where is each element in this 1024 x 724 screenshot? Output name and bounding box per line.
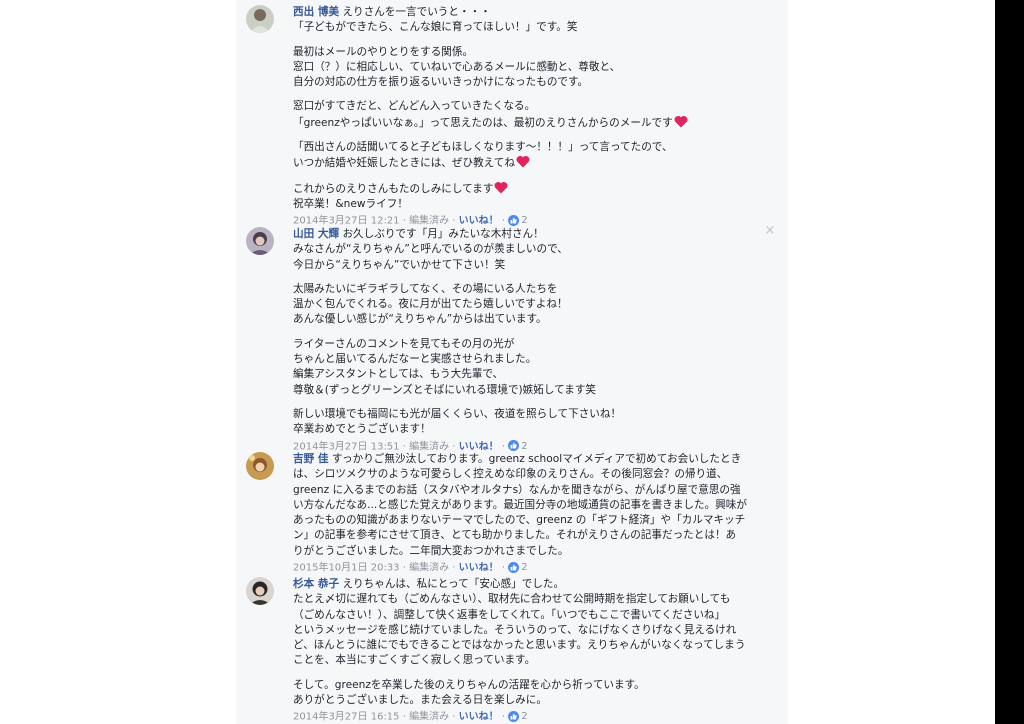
timestamp[interactable]: 2014年3月27日 16:15 [293, 712, 400, 723]
separator: · [501, 215, 506, 227]
like-icon[interactable] [508, 214, 520, 226]
comment-line: ありがとうございました。また会える日を楽しみに。 [293, 694, 547, 707]
heart-icon [516, 156, 530, 168]
separator: · [452, 441, 456, 453]
edited-label[interactable]: 編集済み [409, 216, 449, 227]
author-name[interactable]: 西出 博美 [293, 6, 339, 18]
comment-line: 編集アシスタントとしては、もう大先輩で、 [293, 368, 504, 381]
avatar[interactable] [246, 577, 274, 605]
comment-line: greenz に入るまでのお話（スタバやオルタナs）なんかを聞きながら、がんばり… [293, 483, 741, 496]
like-icon[interactable] [508, 561, 520, 573]
comment-feed: 西出 博美 えりさんを一言でいうと・・・ 「子どもができたら、こんな娘に育ってほ… [236, 0, 788, 724]
comment-line: （ごめんなさい！）、調整して快く返事をしてくれて。「いつでもここで書いてください… [293, 608, 726, 621]
separator: · [402, 441, 406, 453]
author-name[interactable]: 杉本 恭子 [293, 578, 339, 590]
like-button[interactable]: いいね！ [459, 563, 499, 574]
heart-icon [674, 115, 688, 128]
comment-body: 西出 博美 えりさんを一言でいうと・・・ 「子どもができたら、こんな娘に育ってほ… [293, 5, 781, 229]
comment-body: 杉本 恭子 えりちゃんは、私にとって「安心感」でした。 たとえ〆切に遅れても（ご… [293, 577, 781, 724]
like-button[interactable]: いいね！ [459, 216, 499, 227]
comment-meta: 2015年10月1日 20:33 · 編集済み · いいね！ · 2 [293, 560, 781, 576]
timestamp[interactable]: 2014年3月27日 13:51 [293, 441, 400, 452]
separator: · [501, 711, 506, 723]
comment-line: ン」の記事を参考にさせて頂き、とても助かりました。それがえりさんの記事だったとは… [293, 529, 737, 542]
timestamp[interactable]: 2014年3月27日 12:21 [293, 216, 400, 227]
like-button[interactable]: いいね！ [459, 712, 499, 723]
comment-line: ど、ほんとうに誰にでもできることではなかったと思います。えりちゃんがいなくなって… [293, 639, 746, 652]
like-count[interactable]: 2 [521, 709, 527, 724]
separator: · [402, 562, 406, 574]
separator: · [501, 441, 506, 453]
comment-body: 山田 大輝 お久しぶりです「月」みたいな木村さん！ みなさんが“えりちゃん”と呼… [293, 227, 781, 454]
avatar[interactable] [246, 452, 274, 480]
comment-line: そして。greenzを卒業した後のえりちゃんの活躍を心から祈っています。 [293, 678, 645, 691]
like-icon[interactable] [508, 710, 520, 722]
heart-icon [494, 181, 508, 194]
comment-line: ライターさんのコメントを見てもその月の光が [293, 337, 515, 350]
timestamp[interactable]: 2015年10月1日 20:33 [293, 563, 400, 574]
separator: · [501, 562, 506, 574]
comment-line: 「子どもができたら、こんな娘に育ってほしい！」です。笑 [293, 21, 578, 34]
comment-line: 自分の対応の仕方を振り返るいいきっかけになったものです。 [293, 76, 589, 89]
edited-label[interactable]: 編集済み [409, 441, 449, 452]
edited-label[interactable]: 編集済み [409, 712, 449, 723]
like-icon[interactable] [508, 440, 520, 452]
comment-line: 今日から“えりちゃん”でいかせて下さい！笑 [293, 258, 506, 271]
like-button[interactable]: いいね！ [459, 441, 499, 452]
author-name[interactable]: 山田 大輝 [293, 228, 339, 240]
avatar[interactable] [246, 227, 274, 255]
comment-line: い方なんだなあ...と感じた覚えがあります。最近国分寺の地域通貨の記事を書きまし… [293, 498, 747, 511]
avatar[interactable] [246, 5, 274, 33]
separator: · [452, 215, 456, 227]
comment-line: 最初はメールのやりとりをする関係。 [293, 45, 474, 58]
author-name[interactable]: 吉野 佳 [293, 453, 328, 465]
edited-label[interactable]: 編集済み [409, 563, 449, 574]
comment-line: 祝卒業！&newライフ！ [293, 197, 408, 210]
separator: · [402, 711, 406, 723]
comment-line: これからのえりさんもたのしみにしてます [293, 182, 494, 195]
comment-meta: 2014年3月27日 16:15 · 編集済み · いいね！ · 2 [293, 709, 781, 724]
comment-line: たとえ〆切に遅れても（ごめんなさい）、取材先に合わせて公開時期を指定してお願いし… [293, 593, 731, 606]
separator: · [452, 711, 456, 723]
comment-line: りがとうございました。二年間大変おつかれさまでした。 [293, 544, 569, 557]
comment-line: お久しぶりです「月」みたいな木村さん！ [342, 228, 544, 240]
comment-line: 窓口がすてきだと、どんどん入っていきたくなる。 [293, 100, 536, 113]
comment-line: えりちゃんは、私にとって「安心感」でした。 [342, 578, 565, 590]
comment-line: すっかりご無沙汰しております。greenz schoolマイメディアで初めてお会… [331, 453, 742, 465]
separator: · [452, 562, 456, 574]
comment-line: 「西出さんの話聞いてると子どもほしくなります〜！！！」って言ってたので、 [293, 141, 673, 154]
screenshot-panel: 西出 博美 えりさんを一言でいうと・・・ 「子どもができたら、こんな娘に育ってほ… [0, 0, 995, 724]
comment-line: 温かく包んでくれる。夜に月が出てたら嬉しいですよね！ [293, 298, 568, 311]
comment-line: は、シロツメクサのような可愛らしく控えめな印象のえりさん。その後同窓会？の帰り道… [293, 468, 728, 481]
like-count[interactable]: 2 [521, 560, 527, 575]
comment-line: ことを、本当にすごくすごく寂しく思っています。 [293, 654, 536, 667]
comment-line: ちゃんと届いてるんだなーと実感させられました。 [293, 353, 537, 366]
close-icon[interactable]: × [764, 224, 776, 237]
comment-line: 「greenzやっぱいいなぁ。」って思えたのは、最初のえりさんからのメールです [293, 116, 673, 129]
comment-line: みなさんが“えりちゃん”と呼んでいるのが羨ましいので、 [293, 243, 568, 256]
comment-line: あんな優しい感じが“えりちゃん”からは出ています。 [293, 313, 547, 326]
separator: · [402, 215, 406, 227]
comment-line: 太陽みたいにギラギラしてなく、その場にいる人たちを [293, 282, 558, 295]
comment-body: 吉野 佳 すっかりご無沙汰しております。greenz schoolマイメディアで… [293, 452, 781, 576]
comment-line: 尊敬＆(ずっとグリーンズとそばにいれる環境で)嫉妬してます笑 [293, 383, 596, 396]
comment-line: というメッセージを感じ続けていました。そういうのって、なにげなくさりげなく見える… [293, 623, 737, 636]
comment-line: いつか結婚や妊娠したときには、ぜひ教えてね [293, 157, 515, 170]
comment-line: 窓口（？）に相応しい、ていねいで心あるメールに感動と、尊敬と、 [293, 60, 621, 73]
comment-line: 卒業おめでとうございます！ [293, 423, 431, 436]
comment-line: えりさんを一言でいうと・・・ [342, 6, 491, 18]
comment-line: あったものの知識があまりないテーマでしたので、greenz の「ギフト経済」や「… [293, 514, 746, 527]
comment-line: 新しい環境でも福岡にも光が届くくらい、夜道を照らして下さいね！ [293, 407, 622, 420]
